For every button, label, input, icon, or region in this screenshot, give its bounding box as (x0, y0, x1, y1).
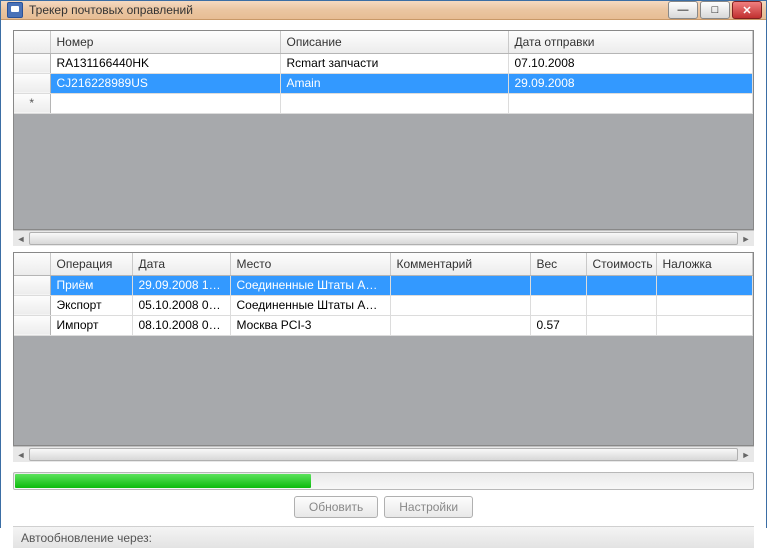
close-button[interactable]: ✕ (732, 1, 762, 19)
client-area: Номер Описание Дата отправки RA131166440… (1, 20, 766, 548)
cell-cost[interactable] (586, 315, 656, 335)
status-text: Автообновление через: (21, 531, 152, 545)
table-row[interactable]: * (14, 93, 753, 113)
events-hscroll[interactable]: ◄ ► (13, 446, 754, 462)
cell-operation[interactable]: Экспорт (50, 295, 132, 315)
cell-cod[interactable] (656, 315, 753, 335)
scroll-left-icon[interactable]: ◄ (13, 231, 29, 247)
progress-fill (15, 474, 311, 488)
row-header (14, 275, 50, 295)
cell-cod[interactable] (656, 275, 753, 295)
table-row[interactable]: CJ216228989USAmain29.09.2008 (14, 73, 753, 93)
shipments-hscroll[interactable]: ◄ ► (13, 230, 754, 246)
titlebar[interactable]: Трекер почтовых оправлений — □ ✕ (1, 1, 766, 20)
events-col-weight[interactable]: Вес (530, 253, 586, 275)
cell-comment[interactable] (390, 275, 530, 295)
cell-number[interactable] (50, 93, 280, 113)
cell-number[interactable]: RA131166440HK (50, 53, 280, 73)
window-title: Трекер почтовых оправлений (29, 3, 668, 17)
refresh-button[interactable]: Обновить (294, 496, 378, 518)
shipments-grid[interactable]: Номер Описание Дата отправки RA131166440… (13, 30, 754, 230)
cell-cod[interactable] (656, 295, 753, 315)
button-row: Обновить Настройки (13, 496, 754, 518)
cell-description[interactable] (280, 93, 508, 113)
settings-button[interactable]: Настройки (384, 496, 473, 518)
cell-comment[interactable] (390, 295, 530, 315)
cell-operation[interactable]: Приём (50, 275, 132, 295)
scroll-right-icon[interactable]: ► (738, 447, 754, 463)
table-row[interactable]: Экспорт05.10.2008 07:12Соединенные Штаты… (14, 295, 753, 315)
shipments-col-marker[interactable] (14, 31, 50, 53)
cell-date[interactable]: 08.10.2008 05:05 (132, 315, 230, 335)
cell-number[interactable]: CJ216228989US (50, 73, 280, 93)
cell-comment[interactable] (390, 315, 530, 335)
window-controls: — □ ✕ (668, 1, 762, 19)
cell-place[interactable]: Москва PCI-3 (230, 315, 390, 335)
events-col-comment[interactable]: Комментарий (390, 253, 530, 275)
row-header (14, 315, 50, 335)
events-col-date[interactable]: Дата (132, 253, 230, 275)
shipments-col-description[interactable]: Описание (280, 31, 508, 53)
events-grid[interactable]: Операция Дата Место Комментарий Вес Стои… (13, 252, 754, 446)
events-col-place[interactable]: Место (230, 253, 390, 275)
scroll-thumb[interactable] (29, 232, 738, 245)
events-col-cost[interactable]: Стоимость (586, 253, 656, 275)
app-icon (7, 2, 23, 18)
cell-weight[interactable] (530, 295, 586, 315)
cell-cost[interactable] (586, 295, 656, 315)
scroll-right-icon[interactable]: ► (738, 231, 754, 247)
cell-description[interactable]: Rcmart запчасти (280, 53, 508, 73)
row-header (14, 295, 50, 315)
cell-place[interactable]: Соединенные Штаты Амер... (230, 295, 390, 315)
scroll-thumb[interactable] (29, 448, 738, 461)
cell-sentdate[interactable]: 29.09.2008 (508, 73, 753, 93)
shipments-col-sentdate[interactable]: Дата отправки (508, 31, 753, 53)
status-bar: Автообновление через: (13, 526, 754, 548)
table-row[interactable]: RA131166440HKRcmart запчасти07.10.2008 (14, 53, 753, 73)
cell-weight[interactable] (530, 275, 586, 295)
cell-sentdate[interactable] (508, 93, 753, 113)
minimize-button[interactable]: — (668, 1, 698, 19)
app-window: Трекер почтовых оправлений — □ ✕ Номер О… (0, 0, 767, 528)
shipments-header-row: Номер Описание Дата отправки (14, 31, 753, 53)
table-row[interactable]: Приём29.09.2008 18:25Соединенные Штаты А… (14, 275, 753, 295)
shipments-col-number[interactable]: Номер (50, 31, 280, 53)
row-header (14, 53, 50, 73)
events-col-marker[interactable] (14, 253, 50, 275)
cell-operation[interactable]: Импорт (50, 315, 132, 335)
cell-date[interactable]: 29.09.2008 18:25 (132, 275, 230, 295)
cell-cost[interactable] (586, 275, 656, 295)
cell-description[interactable]: Amain (280, 73, 508, 93)
cell-date[interactable]: 05.10.2008 07:12 (132, 295, 230, 315)
events-col-operation[interactable]: Операция (50, 253, 132, 275)
scroll-left-icon[interactable]: ◄ (13, 447, 29, 463)
events-header-row: Операция Дата Место Комментарий Вес Стои… (14, 253, 753, 275)
row-header (14, 73, 50, 93)
maximize-button[interactable]: □ (700, 1, 730, 19)
events-col-cod[interactable]: Наложка (656, 253, 753, 275)
cell-place[interactable]: Соединенные Штаты Амер... (230, 275, 390, 295)
progress-bar (13, 472, 754, 490)
cell-weight[interactable]: 0.57 (530, 315, 586, 335)
cell-sentdate[interactable]: 07.10.2008 (508, 53, 753, 73)
row-header: * (14, 93, 50, 113)
table-row[interactable]: Импорт08.10.2008 05:05Москва PCI-3 0.57 (14, 315, 753, 335)
